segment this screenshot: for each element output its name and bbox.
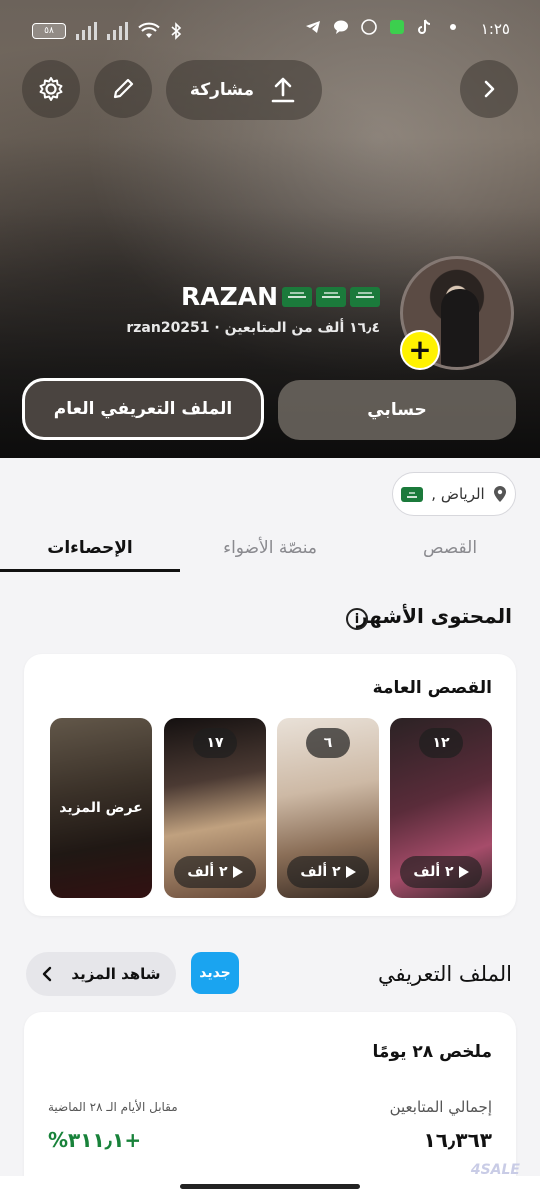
top-content-title: المحتوى الأشهر [356, 604, 512, 628]
info-icon[interactable]: i [346, 608, 368, 630]
story-count: ٦ [306, 728, 350, 758]
saudi-flag-icon [350, 286, 380, 307]
wifi-icon [138, 22, 160, 38]
public-profile-button[interactable]: الملف التعريفي العام [22, 378, 264, 440]
story-views-text: ٢ ألف [300, 864, 341, 880]
story-views: ٢ ألف [287, 856, 369, 888]
chevron-left-icon [43, 966, 52, 982]
bluetooth-icon [171, 22, 182, 40]
story-count: ١٧ [193, 728, 237, 758]
tab-stories[interactable]: القصص [360, 524, 540, 572]
settings-button[interactable] [22, 60, 80, 118]
tab-insights[interactable]: الإحصاءات [0, 524, 180, 572]
plus-icon: + [408, 333, 432, 366]
username-followers: rzan20251 · ١٦٫٤ ألف من المتابعين [126, 320, 380, 336]
story-thumbnail[interactable]: ٦ ٢ ألف [277, 718, 379, 898]
edit-button[interactable] [94, 60, 152, 118]
chat-icon [332, 18, 350, 36]
see-more-label: شاهد المزيد [71, 965, 161, 983]
status-left: ٥٨ [32, 22, 182, 40]
story-views: ٢ ألف [174, 856, 256, 888]
story-thumbnail[interactable]: ١٢ ٢ ألف [390, 718, 492, 898]
share-button[interactable]: مشاركة [166, 60, 322, 120]
display-name-text: RAZAN [181, 282, 278, 311]
comparison-label: مقابل الأيام الـ ٢٨ الماضية [48, 1100, 178, 1114]
story-views-text: ٢ ألف [187, 864, 228, 880]
location-chip[interactable]: الرياض , [392, 472, 516, 516]
saudi-flag-icon [316, 286, 346, 307]
app-icon [360, 18, 378, 36]
signal-icon-2 [107, 22, 128, 40]
profile-section-title: الملف التعريفي [378, 962, 512, 986]
status-bar: ٥٨ ١:٢٥ [0, 0, 540, 56]
followers-value: ١٦٫٣٦٣ [423, 1128, 492, 1152]
play-icon [458, 866, 469, 878]
my-account-button[interactable]: حسابي [278, 380, 516, 440]
status-time: ١:٢٥ [480, 20, 510, 38]
add-story-button[interactable]: + [400, 330, 440, 370]
telegram-icon [304, 18, 322, 36]
chevron-right-icon [484, 80, 495, 98]
location-text: الرياض , [431, 485, 485, 503]
summary-title: ملخص ٢٨ يومًا [372, 1042, 492, 1062]
public-stories-heading: القصص العامة [372, 678, 492, 698]
see-more-stories-label: عرض المزيد [50, 718, 152, 898]
tab-spotlight[interactable]: منصّة الأضواء [180, 524, 360, 572]
location-pin-icon [493, 486, 506, 502]
pencil-icon [113, 78, 134, 99]
gear-icon [39, 77, 63, 101]
battery-icon: ٥٨ [32, 23, 66, 39]
messages-icon [388, 18, 406, 36]
signal-icon [76, 22, 97, 40]
tiktok-icon [416, 18, 434, 36]
story-views-text: ٢ ألف [413, 864, 454, 880]
see-more-stories-tile[interactable]: عرض المزيد [50, 718, 152, 898]
back-button[interactable] [460, 60, 518, 118]
followers-label: إجمالي المتابعين [389, 1098, 492, 1116]
saudi-flag-icon [401, 486, 424, 502]
display-name: RAZAN [181, 282, 380, 311]
followers-change: +٣١١٫١% [48, 1128, 142, 1152]
story-thumbnail[interactable]: ١٧ ٢ ألف [164, 718, 266, 898]
dot-icon [444, 18, 462, 36]
upload-icon [271, 77, 295, 103]
story-views: ٢ ألف [400, 856, 482, 888]
story-count: ١٢ [419, 728, 463, 758]
saudi-flag-icon [282, 286, 312, 307]
play-icon [345, 866, 356, 878]
see-more-button[interactable]: شاهد المزيد [26, 952, 176, 996]
profile-tabs: القصص منصّة الأضواء الإحصاءات [0, 524, 540, 572]
home-indicator[interactable] [180, 1184, 360, 1189]
new-badge: جديد [191, 952, 239, 994]
notification-icons [304, 18, 462, 36]
share-label: مشاركة [189, 80, 255, 100]
play-icon [232, 866, 243, 878]
watermark-logo: 4SALE [470, 1162, 520, 1178]
